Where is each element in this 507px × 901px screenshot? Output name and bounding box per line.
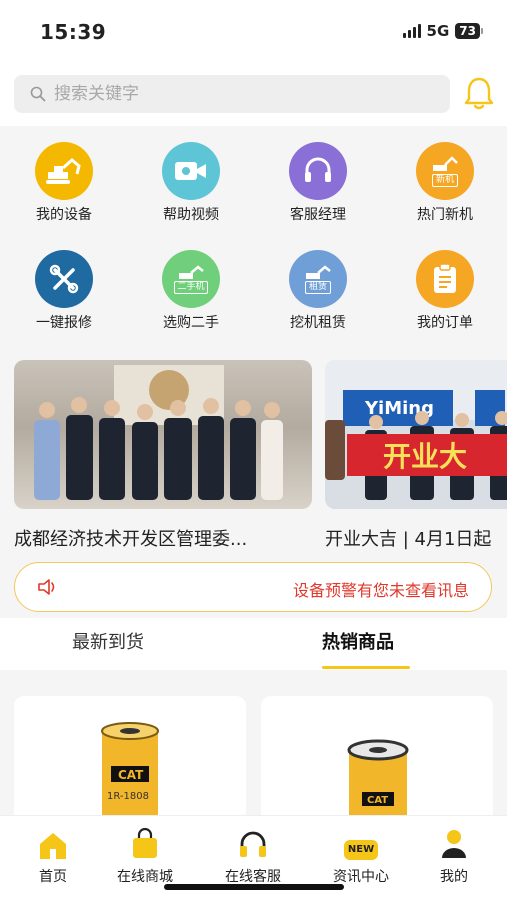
- banner-text: 开业大: [383, 440, 467, 473]
- search-box[interactable]: [14, 75, 450, 113]
- user-icon: [409, 826, 499, 860]
- search-icon: [30, 86, 46, 102]
- product-brand: CAT: [118, 768, 144, 782]
- shopping-bag-icon: [100, 826, 190, 860]
- news-photo: [14, 360, 312, 509]
- repair-tools-icon: [35, 250, 93, 308]
- menu-label: 我的订单: [417, 315, 473, 331]
- news-carousel: 成都经济技术开发区管理委... YiMing 开业大 开业大吉 | 4月1日起: [0, 356, 507, 556]
- product-tabs: 最新到货 热销商品: [0, 618, 507, 670]
- product-part: 1R-1808: [107, 791, 149, 802]
- badge-text: 二手机: [174, 280, 208, 294]
- active-tab-indicator: [322, 666, 410, 669]
- nav-label: 在线商城: [117, 869, 173, 885]
- nav-label: 在线客服: [225, 869, 281, 885]
- menu-label: 选购二手: [163, 315, 219, 331]
- product-card[interactable]: CAT 1R-1808: [14, 696, 246, 822]
- nav-online-mall[interactable]: 在线商城: [100, 826, 190, 886]
- nav-news-center[interactable]: NEW 资讯中心: [316, 826, 406, 886]
- tab-latest-arrivals[interactable]: 最新到货: [72, 628, 144, 654]
- alert-notice[interactable]: 设备预警有您未查看讯息: [14, 562, 492, 612]
- nav-profile[interactable]: 我的: [409, 826, 499, 886]
- network-type: 5G: [426, 22, 450, 40]
- oil-filter-image: CAT: [347, 739, 409, 822]
- badge-text: 租赁: [304, 280, 331, 294]
- menu-item-help-video[interactable]: 帮助视频: [136, 142, 246, 224]
- nav-label: 我的: [440, 869, 468, 885]
- signal-icon: [402, 24, 421, 38]
- menu-item-repair[interactable]: 一键报修: [9, 250, 119, 332]
- nav-home[interactable]: 首页: [8, 826, 98, 886]
- quick-menu: 我的设备 帮助视频 客服经理 新机 热门新机 一键报修 二手机 选购二手 租赁 …: [0, 126, 507, 356]
- menu-label: 我的设备: [36, 207, 92, 223]
- menu-item-service-manager[interactable]: 客服经理: [263, 142, 373, 224]
- news-card[interactable]: YiMing 开业大 开业大吉 | 4月1日起: [325, 360, 507, 551]
- nav-label: 资讯中心: [333, 869, 389, 885]
- news-icon: NEW: [316, 826, 406, 860]
- menu-label: 一键报修: [36, 315, 92, 331]
- speaker-icon: [38, 579, 55, 595]
- notice-text: 设备预警有您未查看讯息: [292, 581, 469, 600]
- status-time: 15:39: [40, 20, 107, 44]
- nav-label: 首页: [39, 869, 67, 885]
- nav-online-service[interactable]: 在线客服: [208, 826, 298, 886]
- video-camera-icon: [162, 142, 220, 200]
- home-icon: [8, 826, 98, 860]
- tab-hot-products[interactable]: 热销商品: [322, 628, 394, 654]
- menu-item-my-equipment[interactable]: 我的设备: [9, 142, 119, 224]
- news-photo: YiMing 开业大: [325, 360, 507, 509]
- menu-item-rental[interactable]: 租赁 挖机租赁: [263, 250, 373, 332]
- menu-item-my-orders[interactable]: 我的订单: [390, 250, 500, 332]
- status-bar: 15:39 5G 73: [0, 0, 507, 62]
- product-brand: CAT: [367, 795, 388, 806]
- news-card[interactable]: 成都经济技术开发区管理委...: [14, 360, 312, 551]
- menu-item-hot-new-machine[interactable]: 新机 热门新机: [390, 142, 500, 224]
- search-bar: [0, 62, 507, 126]
- used-machine-icon: 二手机: [162, 250, 220, 308]
- battery-level: 73: [455, 23, 480, 39]
- oil-filter-image: CAT 1R-1808: [101, 722, 159, 822]
- new-machine-icon: 新机: [416, 142, 474, 200]
- search-input[interactable]: [52, 83, 416, 105]
- battery-icon: 73: [455, 23, 483, 39]
- news-title: 成都经济技术开发区管理委...: [14, 529, 248, 550]
- news-title: 开业大吉 | 4月1日起: [325, 529, 492, 550]
- headset-icon: [289, 142, 347, 200]
- product-card[interactable]: CAT: [261, 696, 493, 822]
- menu-label: 热门新机: [417, 207, 473, 223]
- badge-text: 新机: [431, 173, 458, 187]
- home-indicator: [164, 884, 344, 890]
- order-clipboard-icon: [416, 250, 474, 308]
- headset-icon: [208, 826, 298, 860]
- product-list: CAT 1R-1808 CAT: [0, 672, 507, 822]
- excavator-icon: [35, 142, 93, 200]
- bell-icon[interactable]: [463, 76, 495, 112]
- rental-machine-icon: 租赁: [289, 250, 347, 308]
- menu-label: 帮助视频: [163, 207, 219, 223]
- new-badge: NEW: [343, 840, 379, 860]
- menu-label: 挖机租赁: [290, 315, 346, 331]
- menu-label: 客服经理: [290, 207, 346, 223]
- status-indicators: 5G 73: [402, 22, 483, 40]
- menu-item-used-machine[interactable]: 二手机 选购二手: [136, 250, 246, 332]
